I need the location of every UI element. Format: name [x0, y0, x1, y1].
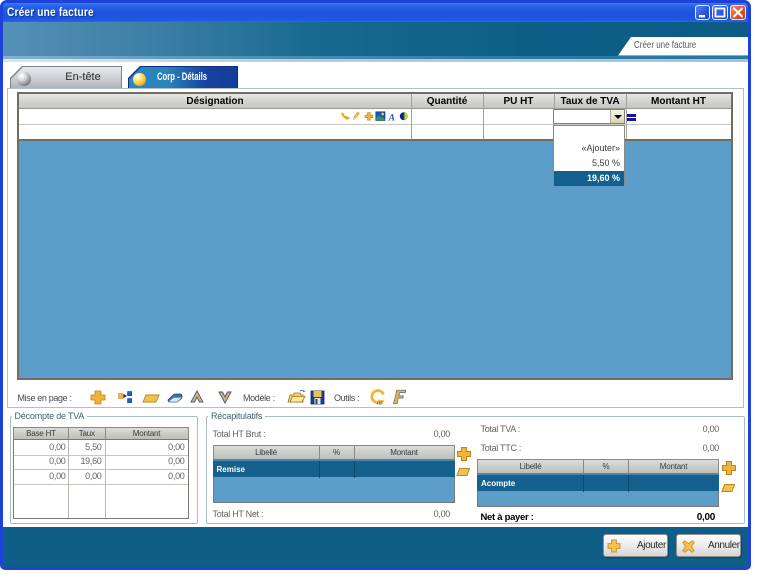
- svg-text:A: A: [388, 113, 395, 122]
- svg-text:as: as: [377, 400, 383, 407]
